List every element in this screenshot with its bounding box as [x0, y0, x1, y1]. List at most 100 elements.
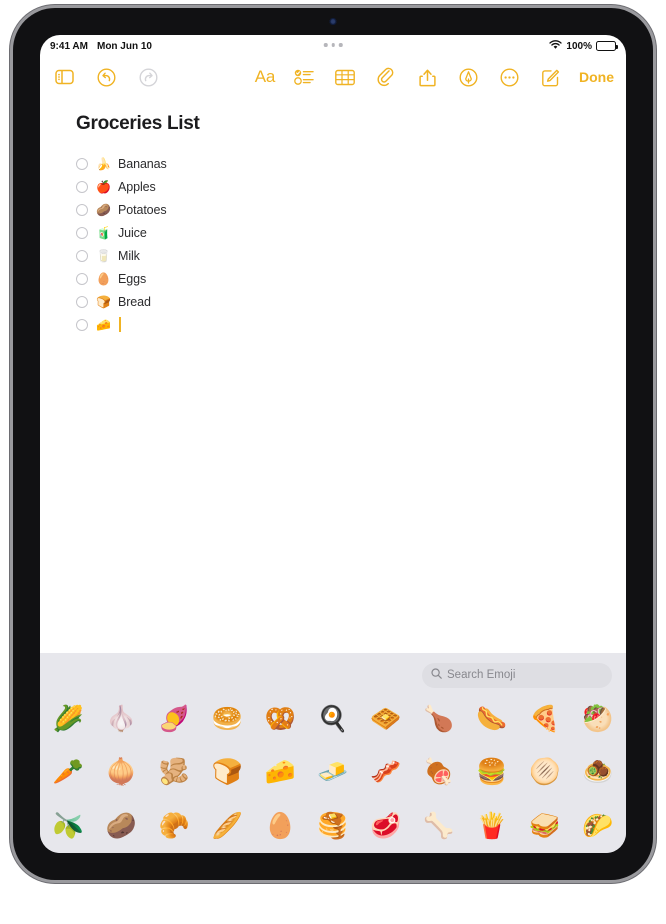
multitasking-control[interactable] [323, 43, 343, 47]
sidebar-icon[interactable] [52, 65, 76, 89]
redo-icon [136, 65, 160, 89]
share-icon[interactable] [415, 65, 439, 89]
markup-pen-icon[interactable] [456, 65, 480, 89]
list-item[interactable]: 🍞 Bread [76, 290, 590, 313]
emoji-key[interactable]: 🥪 [529, 813, 560, 839]
toolbar-right-group: Aa Done [255, 65, 614, 89]
checklist-icon[interactable] [292, 65, 316, 89]
checkbox[interactable] [76, 318, 88, 331]
list-item[interactable]: 🥚 Eggs [76, 267, 590, 290]
emoji-key[interactable]: 🧈 [317, 760, 348, 785]
item-emoji: 🧀 [96, 317, 111, 332]
emoji-key[interactable]: 🍞 [212, 760, 243, 785]
emoji-key[interactable]: 🫚 [159, 760, 190, 785]
emoji-key[interactable]: 🥔 [106, 813, 137, 839]
item-emoji: 🧃 [96, 225, 111, 240]
checkbox[interactable] [76, 249, 88, 262]
battery-icon [596, 41, 618, 51]
item-label: Eggs [118, 271, 147, 286]
emoji-key[interactable]: 🍔 [476, 760, 507, 785]
notes-toolbar: Aa Done [40, 57, 626, 97]
emoji-key[interactable]: 🥨 [265, 707, 296, 732]
note-body[interactable]: Groceries List 🍌 Bananas 🍎 Apples 🥔 Pota… [40, 97, 626, 653]
emoji-key[interactable]: 🍳 [317, 707, 348, 732]
emoji-keyboard: Search Emoji 🌽 🧄 🍠 🥯 🥨 🍳 🧇 🍗 🌭 🍕 🥙 🥕 🧅 🫚 [40, 653, 626, 853]
table-icon[interactable] [333, 65, 357, 89]
item-emoji: 🍎 [96, 179, 111, 194]
emoji-key[interactable]: 🥓 [370, 760, 401, 785]
emoji-key[interactable]: 🧇 [370, 707, 401, 732]
status-bar-left: 9:41 AM Mon Jun 10 [50, 41, 152, 52]
status-time: 9:41 AM [50, 40, 88, 52]
list-item[interactable]: 🥔 Potatoes [76, 198, 590, 221]
status-bar: 9:41 AM Mon Jun 10 100% [40, 35, 626, 57]
emoji-key[interactable]: 🥞 [317, 813, 348, 839]
dot [338, 43, 343, 47]
emoji-key[interactable]: 🥐 [159, 813, 190, 839]
emoji-key[interactable]: 🥩 [370, 813, 401, 839]
status-date: Mon Jun 10 [96, 40, 152, 52]
emoji-key[interactable]: 🥖 [212, 813, 243, 839]
emoji-key[interactable]: 🍠 [159, 707, 190, 732]
emoji-key[interactable]: 🍟 [476, 813, 507, 839]
checkbox[interactable] [76, 180, 88, 193]
emoji-key[interactable]: 🍗 [423, 707, 454, 732]
front-camera [329, 18, 337, 25]
item-label: Juice [118, 225, 147, 240]
compose-icon[interactable] [538, 65, 562, 89]
emoji-key[interactable]: 🥕 [53, 760, 84, 785]
emoji-key[interactable]: 🌮 [582, 813, 613, 839]
emoji-key[interactable]: 🥙 [582, 707, 613, 732]
status-bar-right: 100% [549, 35, 618, 57]
emoji-key[interactable]: 🌭 [476, 707, 507, 732]
emoji-key[interactable]: 🍖 [423, 760, 454, 785]
aa-icon[interactable]: Aa [255, 67, 276, 87]
paperclip-icon[interactable] [374, 65, 398, 89]
emoji-search-row: Search Emoji [40, 653, 626, 691]
item-emoji: 🍌 [96, 156, 111, 171]
search-placeholder: Search Emoji [447, 669, 516, 681]
emoji-key[interactable]: 🫒 [53, 813, 84, 839]
item-label: Potatoes [118, 202, 167, 217]
dot [331, 43, 335, 47]
checkbox[interactable] [76, 272, 88, 285]
emoji-key[interactable]: 🥯 [212, 707, 243, 732]
undo-icon[interactable] [94, 65, 118, 89]
checkbox[interactable] [76, 226, 88, 239]
emoji-key[interactable]: 🌽 [53, 707, 84, 732]
list-item[interactable]: 🧃 Juice [76, 221, 590, 244]
list-item[interactable]: 🍌 Bananas [76, 152, 590, 175]
battery-percent-label: 100% [566, 40, 592, 52]
list-item[interactable]: 🍎 Apples [76, 175, 590, 198]
emoji-key[interactable]: 🧆 [582, 760, 613, 785]
emoji-key[interactable]: 🦴 [423, 813, 454, 839]
item-emoji: 🍞 [96, 294, 111, 309]
checkbox[interactable] [76, 157, 88, 170]
list-item[interactable]: 🥛 Milk [76, 244, 590, 267]
text-cursor [119, 317, 121, 332]
wifi-icon [549, 39, 563, 53]
item-label: Milk [118, 248, 140, 263]
emoji-key[interactable]: 🧅 [106, 760, 137, 785]
emoji-key[interactable]: 🍕 [529, 707, 560, 732]
item-emoji: 🥚 [96, 271, 111, 286]
emoji-grid[interactable]: 🌽 🧄 🍠 🥯 🥨 🍳 🧇 🍗 🌭 🍕 🥙 🥕 🧅 🫚 🍞 🧀 🧈 🥓 � [40, 691, 626, 853]
item-label: Apples [118, 179, 156, 194]
ellipsis-circle-icon[interactable] [497, 65, 521, 89]
checkbox[interactable] [76, 203, 88, 216]
toolbar-left-group [52, 65, 160, 89]
search-icon [431, 666, 442, 684]
done-button[interactable]: Done [579, 69, 614, 85]
search-input[interactable]: Search Emoji [422, 662, 612, 688]
list-item-active[interactable]: 🧀 [76, 313, 590, 336]
emoji-key[interactable]: 🧄 [106, 707, 137, 732]
dot [323, 43, 328, 47]
emoji-key[interactable]: 🧀 [265, 760, 296, 785]
item-emoji: 🥛 [96, 248, 111, 263]
page-title: Groceries List [76, 113, 200, 134]
checkbox[interactable] [76, 295, 88, 308]
ipad-device-frame: 9:41 AM Mon Jun 10 100% Aa Done Grocerie… [13, 8, 653, 880]
emoji-key[interactable]: 🫓 [529, 760, 560, 785]
emoji-key[interactable]: 🥚 [265, 813, 296, 839]
item-emoji: 🥔 [96, 202, 111, 217]
